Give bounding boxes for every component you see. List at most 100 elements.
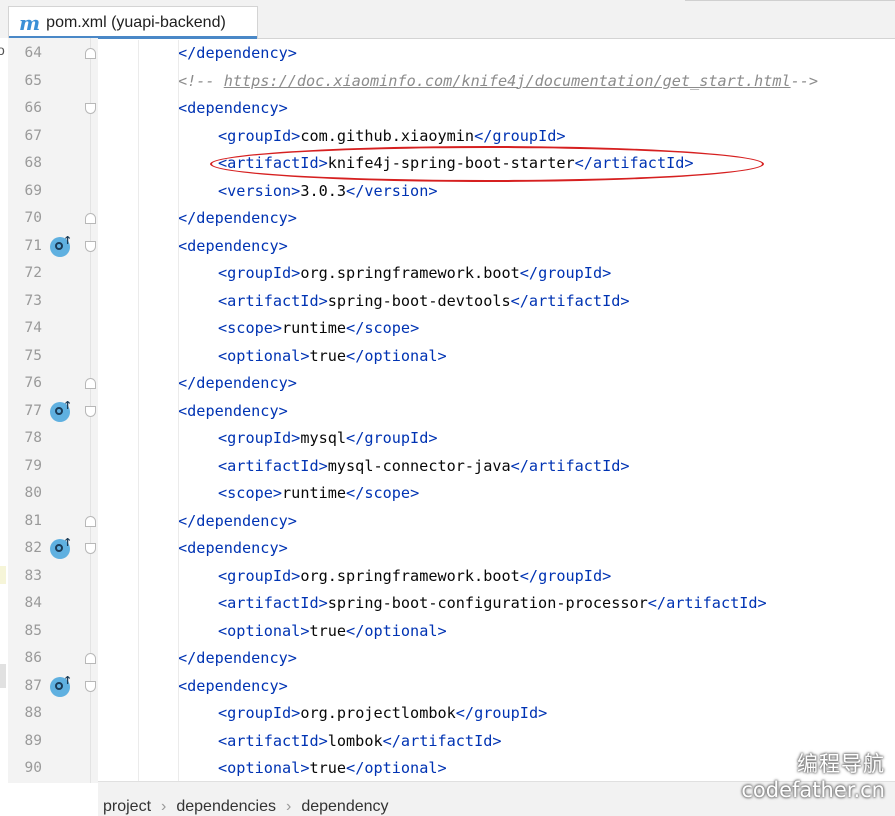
code-line[interactable]: 89 <artifactId>lombok</artifactId> [0,728,895,756]
xml-value-token: runtime [282,319,347,337]
code-line[interactable]: 66 <dependency> [0,95,895,123]
xml-tag-token: artifactId [227,731,319,750]
xml-tag-token: dependency [196,649,288,667]
fold-expand-icon[interactable] [85,103,96,114]
xml-tag-token: optional [364,759,438,777]
xml-value-token: org.springframework.boot [300,566,520,585]
xml-tag-token: > [410,484,420,502]
line-number: 83 [24,567,42,584]
code-line[interactable]: 87 <dependency> [0,673,895,701]
xml-tag-token: < [218,319,228,337]
code-line[interactable]: 80 <scope>runtime</scope> [0,480,895,508]
xml-value-token: true [309,759,347,777]
xml-tag-token: </ [382,731,401,750]
fold-expand-icon[interactable] [85,405,96,417]
xml-tag-token: > [410,319,420,337]
fold-collapse-icon[interactable] [85,653,96,664]
maven-dependency-icon[interactable] [50,536,72,559]
xml-tag-token: > [318,456,328,475]
fold-collapse-icon[interactable] [85,48,96,59]
fold-collapse-icon[interactable] [85,213,96,224]
code-line[interactable]: 79 <artifactId>mysql-connector-java</arti… [0,453,895,481]
code-line[interactable]: 72 <groupId>org.springframework.boot</gro… [0,260,895,288]
fold-collapse-icon[interactable] [85,515,96,527]
code-line[interactable]: 77 <dependency> [0,398,895,426]
comment-token: <!-- [178,71,224,90]
code-text: <dependency> [178,233,288,261]
line-number: 80 [24,485,42,501]
line-number: 65 [24,72,42,89]
code-line[interactable]: 81 </dependency> [0,508,895,536]
code-line[interactable]: 88 <groupId>org.projectlombok</groupId> [0,700,895,728]
xml-value-token: true [309,621,347,640]
breadcrumb-item[interactable]: dependencies [176,798,276,815]
xml-tag-token: </ [519,264,539,282]
maven-dependency-icon[interactable] [50,234,72,257]
code-line[interactable]: 76 </dependency> [0,370,895,398]
code-line[interactable]: 70 </dependency> [0,205,895,233]
code-line[interactable]: 85 <optional>true</optional> [0,618,895,646]
xml-tag-token: > [757,594,767,612]
xml-value-token: lombok [327,731,383,750]
indent-guide [178,40,179,783]
xml-tag-token: > [291,264,301,282]
maven-dependency-icon[interactable] [50,399,72,422]
code-line[interactable]: 73 <artifactId>spring-boot-devtools</arti… [0,288,895,316]
xml-tag-token: > [287,511,297,530]
xml-tag-token: < [218,484,228,502]
line-number: 68 [24,155,42,171]
code-line[interactable]: 64 </dependency> [0,40,895,68]
code-line[interactable]: 82 <dependency> [0,535,895,563]
comment-url-token[interactable]: https://doc.xiaominfo.com/knife4j/docume… [224,72,791,90]
xml-tag-token: version [364,181,429,200]
xml-value-token: org.projectlombok [300,704,456,722]
xml-tag-token: > [291,429,301,447]
code-line[interactable]: 75 <optional>true</optional> [0,343,895,371]
code-line[interactable]: 83 <groupId>org.springframework.boot</gro… [0,563,895,591]
code-text: </dependency> [178,40,297,68]
code-text: <artifactId>lombok</artifactId> [218,728,502,756]
xml-tag-token: groupId [364,429,429,447]
code-line[interactable]: 74 <scope>runtime</scope> [0,315,895,343]
code-text: <scope>runtime</scope> [218,315,419,343]
editor-tab-bar: m pom.xml (yuapi-backend) [0,0,895,39]
code-text: <groupId>org.projectlombok</groupId> [218,700,547,728]
code-line[interactable]: 78 <groupId>mysql</groupId> [0,425,895,453]
xml-tag-token: version [227,181,292,200]
xml-value-token: runtime [282,484,347,502]
xml-tag-token: optional [364,346,438,365]
maven-dependency-icon[interactable] [50,674,72,697]
fold-collapse-icon[interactable] [85,378,96,389]
chevron-right-icon: › [161,798,167,815]
code-text: <artifactId>spring-boot-configuration-pr… [218,590,767,618]
xml-value-token: true [309,346,347,365]
xml-tag-token: scope [227,484,273,502]
xml-tag-token: groupId [227,264,292,282]
xml-tag-token: > [538,704,548,722]
xml-tag-token: < [178,539,188,557]
xml-tag-token: </ [346,759,365,777]
xml-tag-token: optional [227,759,301,777]
fold-expand-icon[interactable] [85,680,96,692]
xml-tag-token: </ [346,346,365,365]
code-line[interactable]: 65 <!-- https://doc.xiaominfo.com/knife4j… [0,68,895,96]
fold-expand-icon[interactable] [85,240,96,252]
fold-expand-icon[interactable] [85,543,96,554]
breadcrumb-item[interactable]: project [103,798,151,815]
xml-tag-token: > [318,594,328,612]
xml-tag-token: > [556,126,566,145]
xml-tag-token: > [437,621,447,640]
comment-token: --> [790,71,819,90]
code-line[interactable]: 86 </dependency> [0,645,895,673]
xml-tag-token: dependency [187,676,279,695]
xml-tag-token: </ [178,374,197,392]
xml-tag-token: > [620,291,630,310]
xml-tag-token: </ [178,44,197,62]
code-line[interactable]: 84 <artifactId>spring-boot-configuration-… [0,590,895,618]
tab-pom-xml[interactable]: m pom.xml (yuapi-backend) [8,6,258,39]
breadcrumb-item[interactable]: dependency [301,798,388,815]
xml-tag-token: < [178,676,188,695]
code-line[interactable]: 71 <dependency> [0,233,895,261]
code-text: <optional>true</optional> [218,343,447,371]
code-text: <!-- https://doc.xiaominfo.com/knife4j/d… [178,68,818,96]
